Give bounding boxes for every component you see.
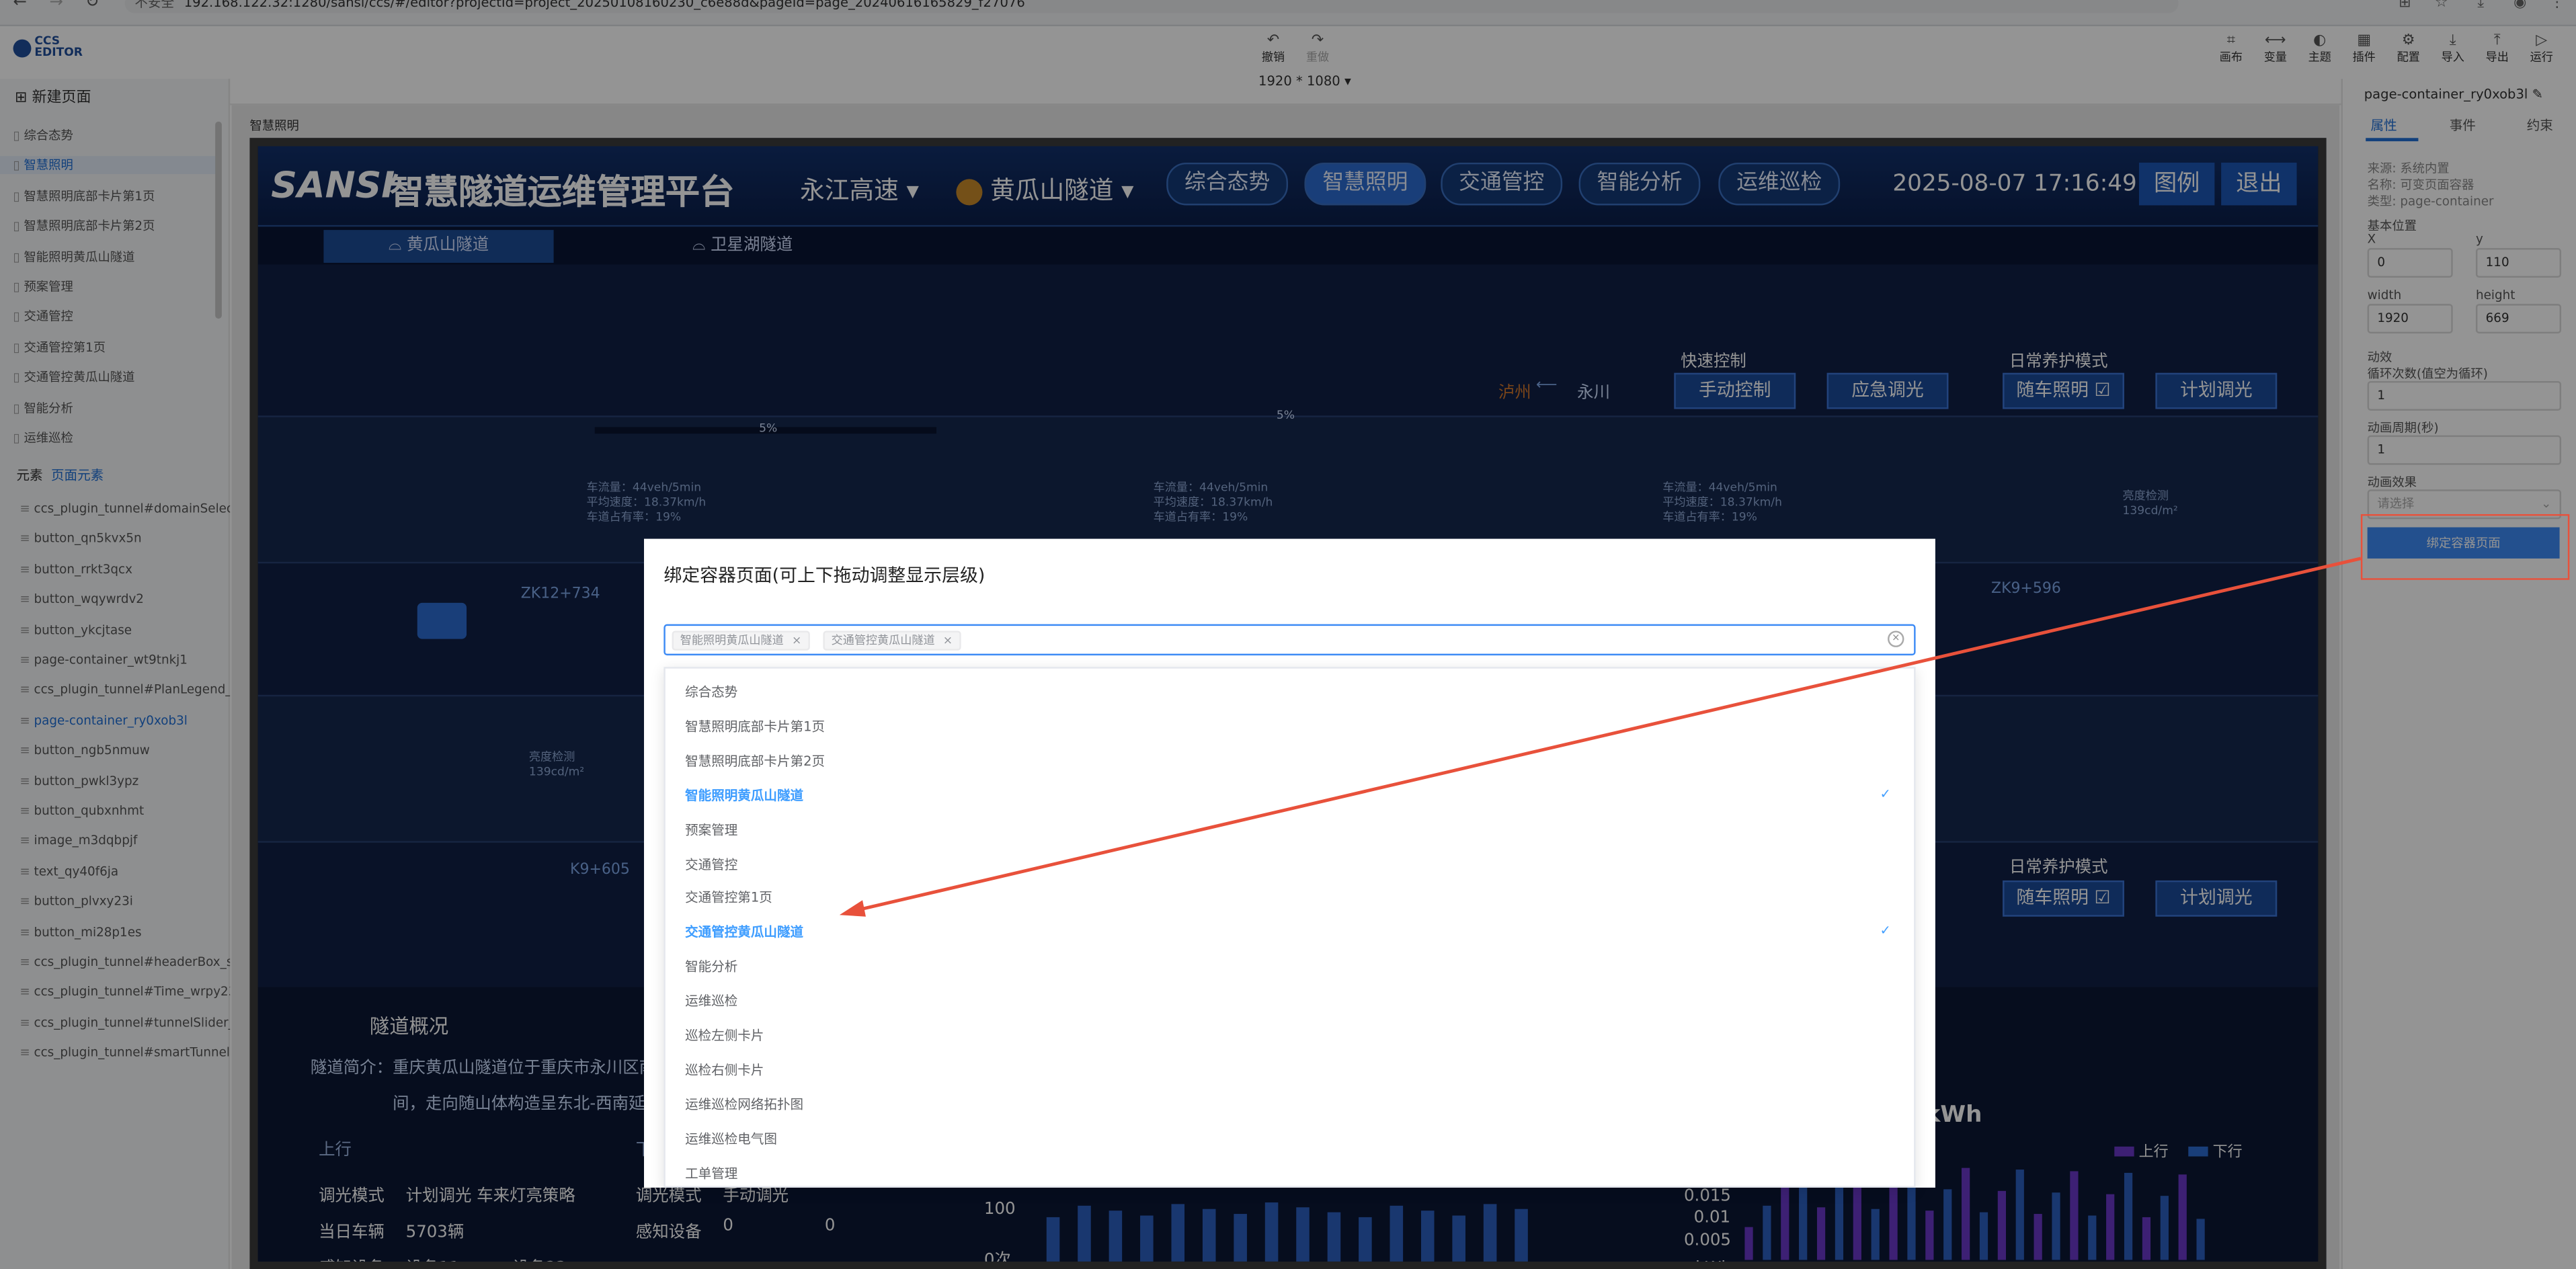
annotation-arrow (839, 557, 2362, 917)
arrow-line (857, 557, 2362, 912)
arrow-head (839, 900, 866, 917)
